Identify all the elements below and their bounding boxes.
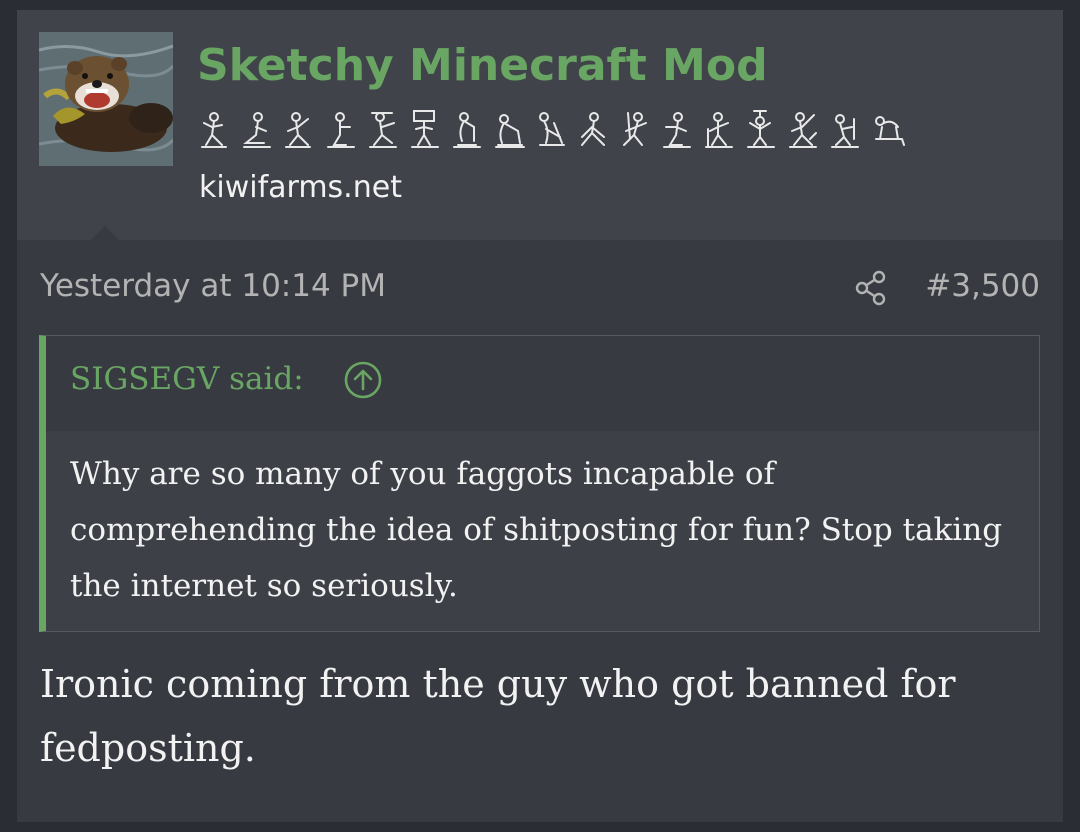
post-card: Sketchy Minecraft Mod kiwifarms.net Yest… [17,10,1063,822]
post-message: Ironic coming from the guy who got banne… [40,662,956,770]
post-timestamp[interactable]: Yesterday at 10:14 PM [40,268,386,304]
arrow-up-circle-icon[interactable] [343,360,383,400]
site-domain: kiwifarms.net [199,170,402,205]
header-pointer [91,226,119,240]
quote-header: SIGSEGV said: [46,336,1039,431]
username[interactable]: Sketchy Minecraft Mod [197,40,768,91]
quote-block: SIGSEGV said: Why are so many of you fag… [39,335,1040,632]
post-number[interactable]: #3,500 [925,268,1040,304]
quote-author[interactable]: SIGSEGV said: [70,361,304,397]
user-title-glyphs [201,110,905,148]
share-icon[interactable] [855,270,887,306]
quote-body: Why are so many of you faggots incapable… [70,456,1003,604]
avatar-image [39,32,173,166]
user-header: Sketchy Minecraft Mod kiwifarms.net [17,10,1063,240]
avatar[interactable] [39,32,173,166]
